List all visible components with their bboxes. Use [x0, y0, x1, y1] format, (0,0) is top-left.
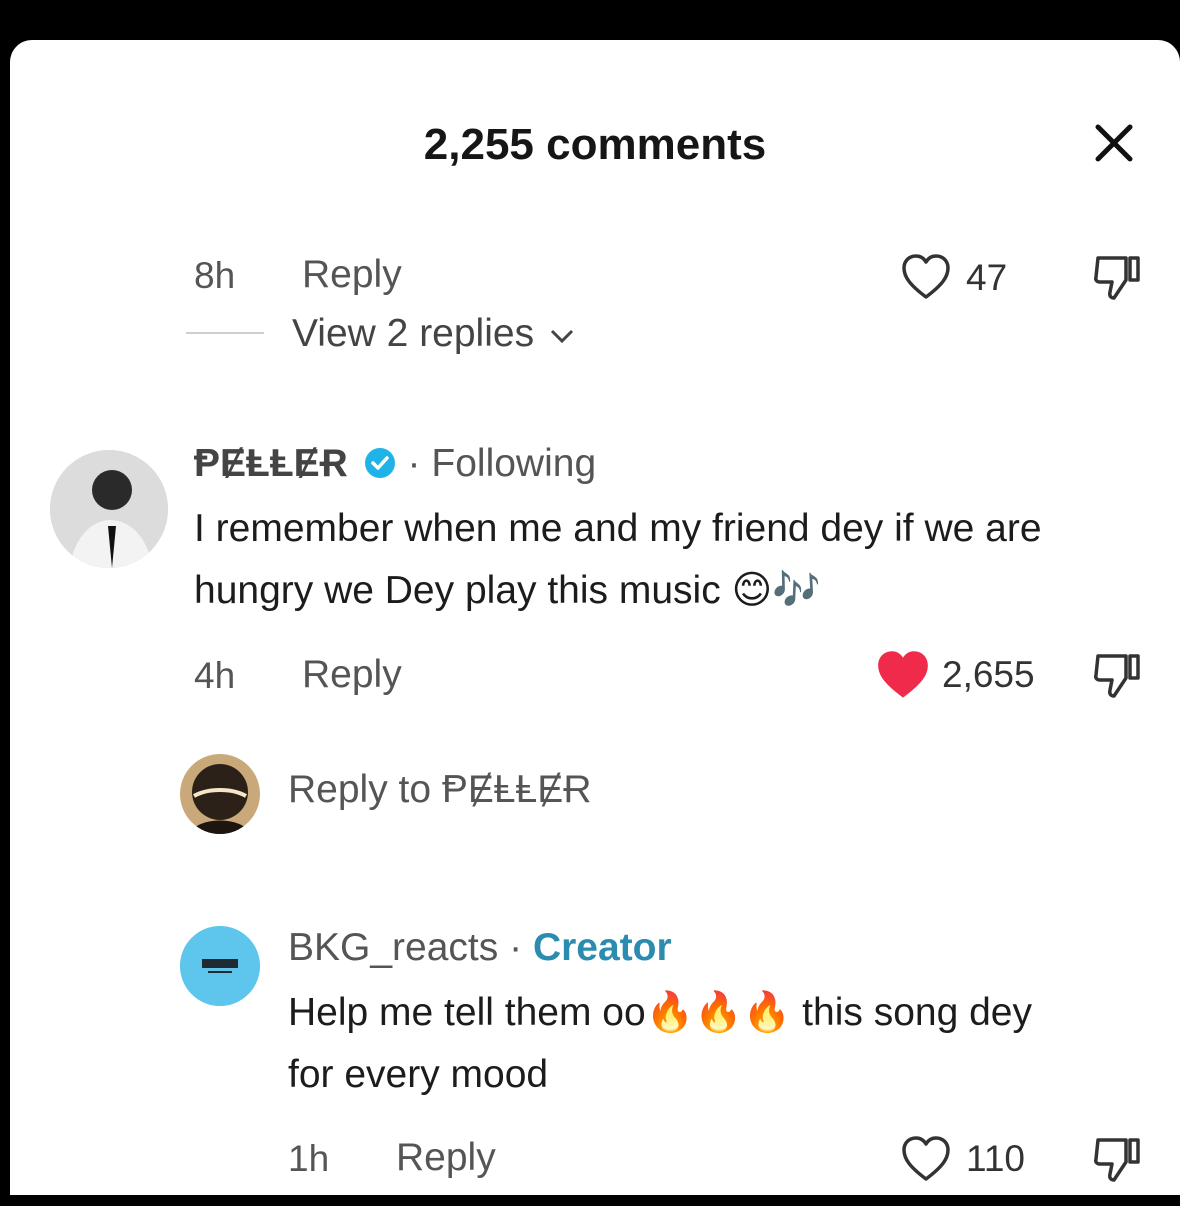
comment-line: for every mood	[288, 1053, 549, 1096]
heart-icon[interactable]	[900, 252, 952, 302]
bkg-logo-icon	[180, 926, 260, 1006]
like-count: 2,655	[942, 654, 1035, 695]
comment-time: 4h	[194, 655, 236, 696]
comment-time: 1h	[288, 1138, 330, 1179]
separator: ·	[407, 442, 421, 485]
view-replies-label: View 2 replies	[292, 312, 535, 355]
username[interactable]: BKG_reacts	[288, 926, 498, 969]
close-icon[interactable]	[1090, 119, 1138, 167]
user-photo-icon	[50, 450, 168, 568]
verified-icon	[364, 448, 395, 478]
chevron-down-icon	[550, 329, 573, 343]
username[interactable]: ⱣɆⱠⱠɆɌ	[194, 442, 348, 485]
reply-button[interactable]: Reply	[302, 653, 402, 697]
current-user-avatar	[180, 754, 260, 834]
avatar[interactable]	[50, 450, 168, 568]
following-label: Following	[431, 442, 597, 485]
like-count: 47	[966, 257, 1008, 298]
comment-line: I remember when me and my friend dey if …	[194, 507, 1042, 550]
like-count: 110	[966, 1138, 1025, 1179]
reply-button[interactable]: Reply	[302, 253, 402, 297]
user-photo-icon	[180, 754, 260, 834]
comment-line: Help me tell them oo🔥🔥🔥 this song dey	[288, 991, 1032, 1034]
comment-text: Help me tell them oo🔥🔥🔥 this song dey fo…	[288, 982, 1158, 1106]
replies-divider	[186, 332, 264, 334]
comment-line: hungry we Dey play this music 😊🎶	[194, 569, 821, 612]
comment-header: ⱣɆⱠⱠɆɌ · Following	[194, 442, 596, 486]
dislike-icon[interactable]	[1090, 1132, 1146, 1188]
dislike-icon[interactable]	[1090, 648, 1146, 704]
comment-time: 8h	[194, 255, 236, 296]
reply-button[interactable]: Reply	[396, 1136, 496, 1180]
heart-icon[interactable]	[900, 1134, 952, 1184]
comments-title: 2,255 comments	[423, 120, 767, 169]
comment-text: I remember when me and my friend dey if …	[194, 498, 1154, 622]
reply-input[interactable]: Reply to ⱣɆⱠⱠɆɌ	[288, 768, 592, 812]
view-replies-button[interactable]: View 2 replies	[292, 312, 575, 356]
comment-header: BKG_reacts · Creator	[288, 926, 672, 970]
dislike-icon[interactable]	[1090, 250, 1146, 306]
heart-filled-icon[interactable]	[874, 648, 932, 702]
comments-sheet: 2,255 comments 8h Reply 47 View 2 replie…	[10, 40, 1180, 1195]
creator-badge: Creator	[532, 926, 672, 969]
separator: ·	[509, 926, 523, 969]
avatar[interactable]	[180, 926, 260, 1006]
